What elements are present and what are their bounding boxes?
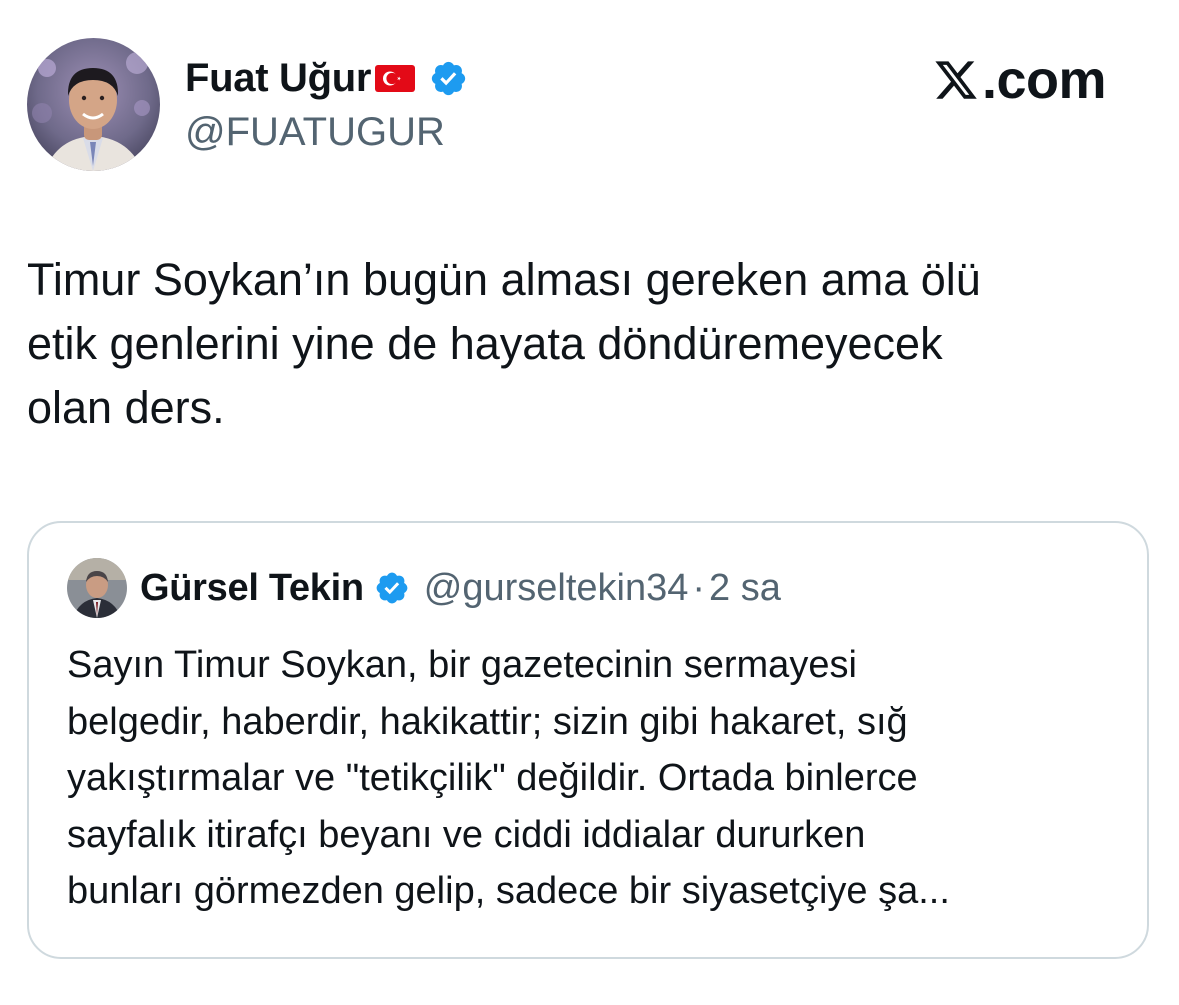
brand-logo: .com [932,50,1107,110]
quoted-tweet-card[interactable]: Gürsel Tekin @gurseltekin34 · 2 sa Sayın… [27,521,1149,959]
verified-badge-icon [376,572,408,604]
quoted-author-avatar-image [67,558,127,618]
quoted-tweet-timestamp[interactable]: 2 sa [709,567,781,610]
turkey-flag-icon [375,64,416,92]
author-avatar[interactable] [27,38,160,171]
quoted-tweet-header: Gürsel Tekin @gurseltekin34 · 2 sa [67,558,781,618]
author-name-row: Fuat Uğur [185,52,468,104]
quoted-author-avatar[interactable] [67,558,127,618]
quoted-author-handle[interactable]: @gurseltekin34 [424,567,689,610]
verified-badge-icon [432,61,466,95]
separator-dot: · [692,566,706,609]
x-logo-icon [935,61,977,99]
quoted-tweet-text: Sayın Timur Soykan, bir gazetecinin serm… [67,644,950,912]
author-handle[interactable]: @FUATUGUR [185,106,468,158]
author-display-name[interactable]: Fuat Uğur [185,52,371,104]
quoted-author-name[interactable]: Gürsel Tekin [140,567,364,610]
brand-text: .com [982,50,1107,110]
tweet-text: Timur Soykan’ın bugün alması gereken ama… [27,254,981,433]
author-block: Fuat Uğur @FUATUGUR [185,52,468,158]
author-avatar-image [27,38,160,171]
